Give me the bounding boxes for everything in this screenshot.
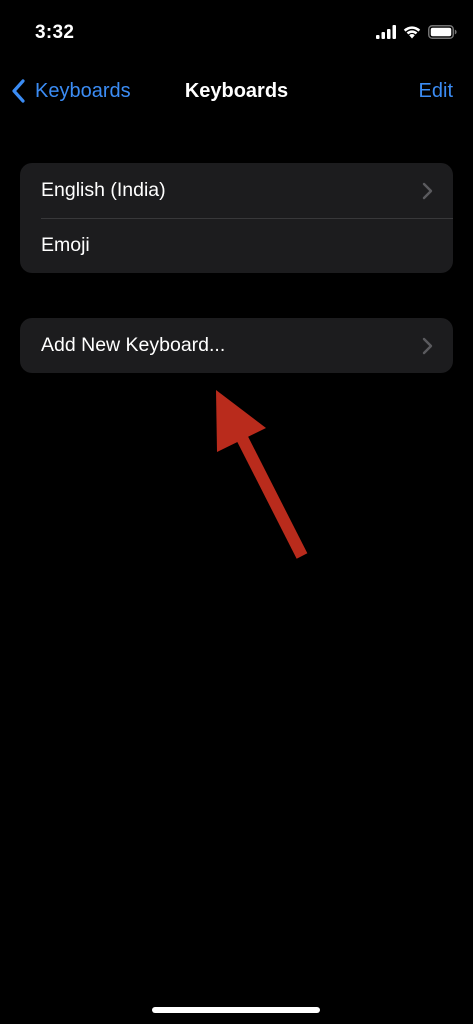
list-item-label: Emoji [41, 234, 90, 256]
chevron-right-icon [421, 182, 433, 200]
keyboards-list: English (India) Emoji [20, 163, 453, 273]
add-keyboard-group: Add New Keyboard... [20, 318, 453, 373]
annotation-arrow-icon [216, 390, 308, 559]
add-new-keyboard-button[interactable]: Add New Keyboard... [20, 318, 453, 373]
cellular-signal-icon [376, 24, 396, 44]
home-indicator[interactable] [152, 1007, 320, 1013]
status-time: 3:32 [35, 22, 75, 43]
battery-icon [428, 24, 457, 44]
list-item-english-india[interactable]: English (India) [20, 163, 453, 218]
list-item-label: English (India) [41, 179, 166, 201]
status-bar: 3:32 [0, 0, 473, 60]
edit-button[interactable]: Edit [419, 80, 453, 103]
chevron-right-icon [421, 337, 433, 355]
page-title: Keyboards [184, 80, 289, 102]
status-icons [376, 24, 457, 44]
list-item-emoji[interactable]: Emoji [20, 218, 453, 273]
wifi-icon [402, 24, 422, 44]
add-new-keyboard-label: Add New Keyboard... [41, 334, 226, 356]
navigation-bar: Keyboards Keyboards Edit [0, 62, 473, 120]
